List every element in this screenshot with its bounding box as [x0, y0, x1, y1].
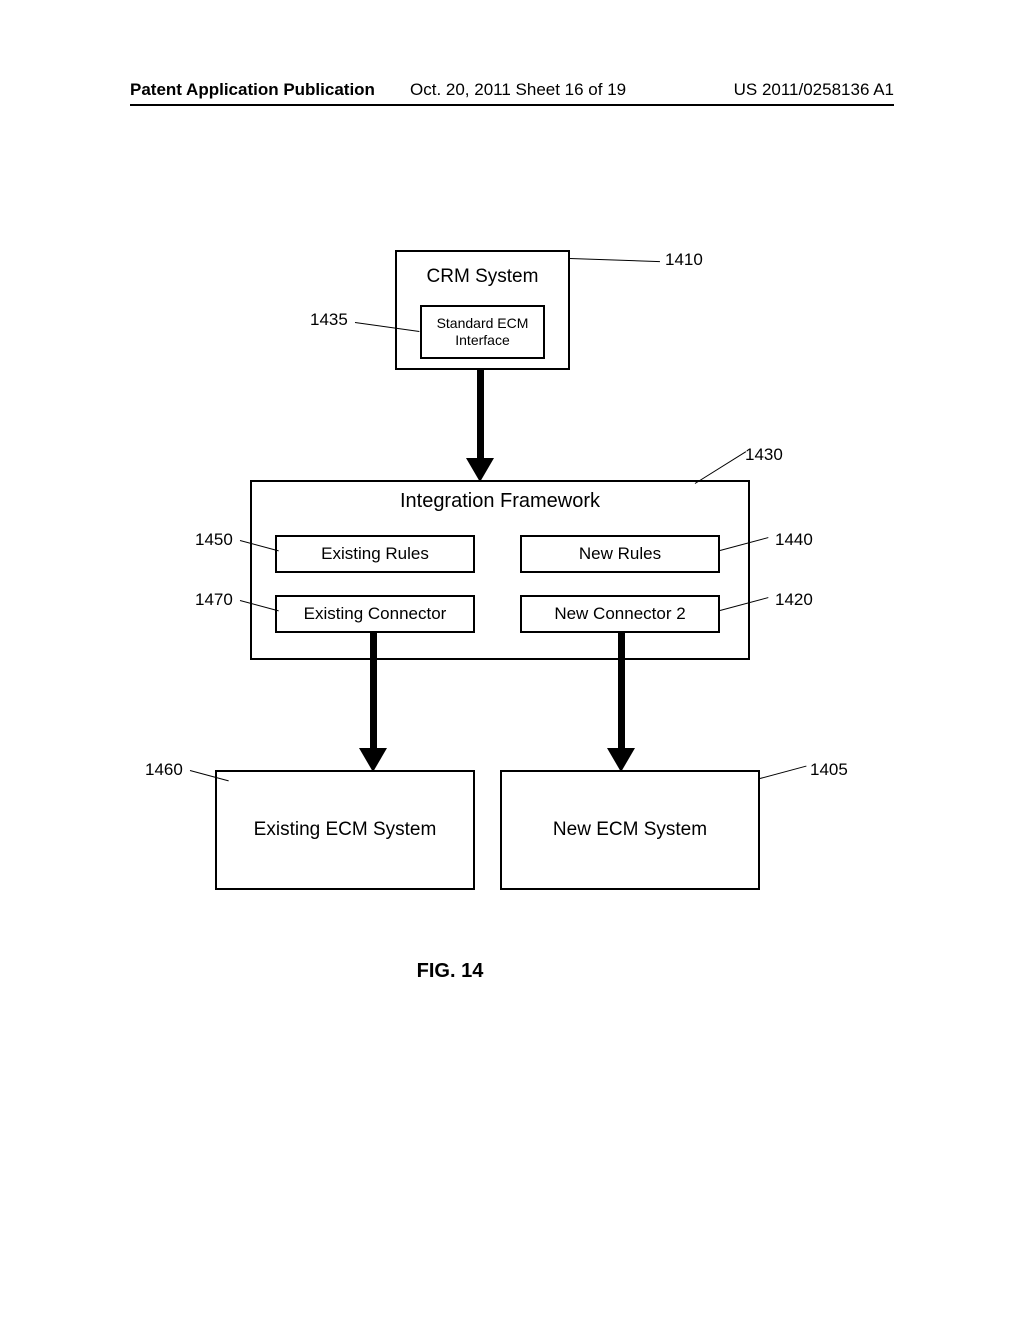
ref-1470: 1470: [195, 590, 233, 610]
arrow-nc-to-necm: [618, 633, 625, 750]
arrow-ec-to-eecm-head: [359, 748, 387, 772]
arrow-crm-to-if: [477, 370, 484, 460]
ecm-iface-line1: Standard ECM: [422, 315, 543, 332]
ref-1420: 1420: [775, 590, 813, 610]
leader-1410: [570, 258, 660, 262]
crm-system-title: CRM System: [397, 266, 568, 288]
new-rules-box: New Rules: [520, 535, 720, 573]
header-docnumber: US 2011/0258136 A1: [734, 80, 894, 100]
diagram-fig14: CRM System Standard ECM Interface Integr…: [0, 250, 1024, 1050]
header-date-sheet: Oct. 20, 2011 Sheet 16 of 19: [410, 80, 626, 100]
existing-connector-box: Existing Connector: [275, 595, 475, 633]
ref-1450: 1450: [195, 530, 233, 550]
ref-1435: 1435: [310, 310, 348, 330]
new-ecm-label: New ECM System: [553, 819, 707, 841]
new-connector-box: New Connector 2: [520, 595, 720, 633]
arrow-crm-to-if-head: [466, 458, 494, 482]
arrow-ec-to-eecm: [370, 633, 377, 750]
new-ecm-system-box: New ECM System: [500, 770, 760, 890]
figure-label: FIG. 14: [0, 960, 900, 983]
ref-1430: 1430: [745, 445, 783, 465]
existing-ecm-system-box: Existing ECM System: [215, 770, 475, 890]
ecm-iface-line2: Interface: [422, 332, 543, 349]
ref-1405: 1405: [810, 760, 848, 780]
arrow-nc-to-necm-head: [607, 748, 635, 772]
integration-framework-title: Integration Framework: [252, 490, 748, 513]
existing-rules-box: Existing Rules: [275, 535, 475, 573]
header-publication: Patent Application Publication: [130, 80, 375, 99]
page-header: Patent Application Publication Oct. 20, …: [130, 80, 894, 100]
page: Patent Application Publication Oct. 20, …: [0, 0, 1024, 1320]
header-rule: [130, 104, 894, 106]
existing-ecm-label: Existing ECM System: [254, 819, 437, 841]
standard-ecm-interface-box: Standard ECM Interface: [420, 305, 545, 359]
ref-1460: 1460: [145, 760, 183, 780]
ref-1440: 1440: [775, 530, 813, 550]
leader-1405: [760, 766, 807, 779]
ref-1410: 1410: [665, 250, 703, 270]
